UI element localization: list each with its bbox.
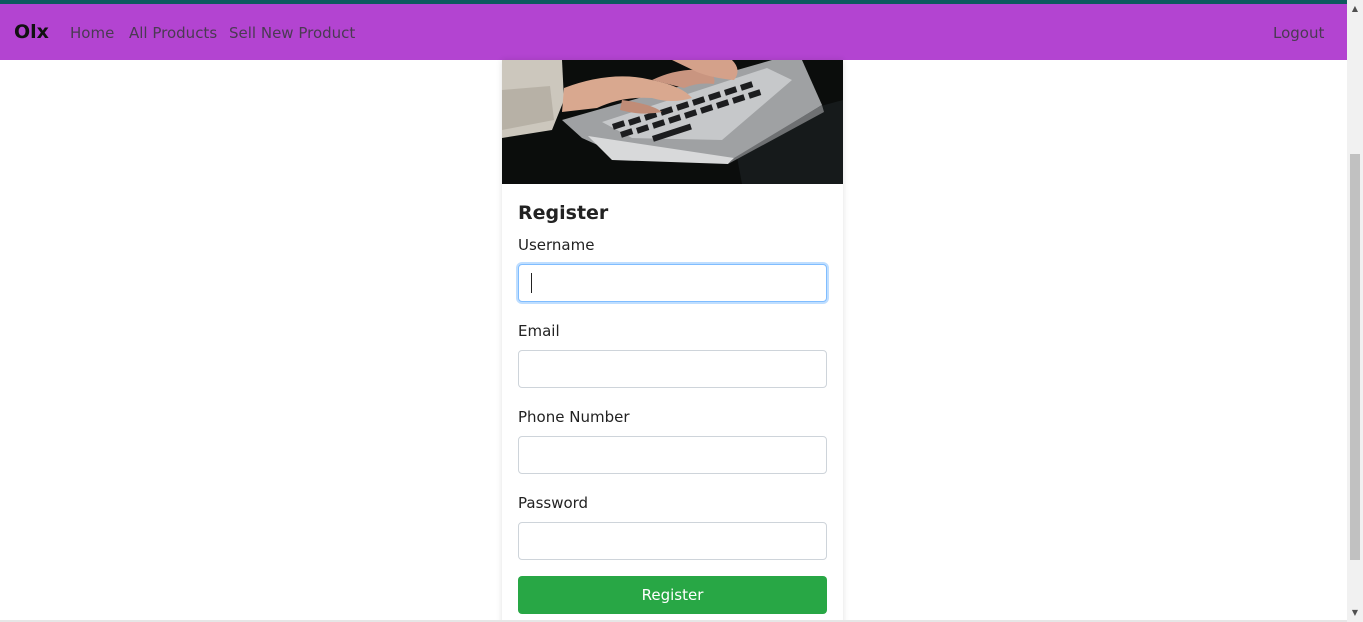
phone-number-label: Phone Number (518, 408, 630, 426)
laptop-typing-photo (502, 60, 843, 184)
form-title: Register (518, 202, 609, 224)
scroll-down-arrow-icon[interactable]: ▼ (1347, 604, 1363, 620)
password-label: Password (518, 494, 589, 512)
register-card: Register Username Email Phone Number Pas… (502, 60, 843, 622)
nav-link-home[interactable]: Home (70, 24, 114, 42)
username-input[interactable] (518, 264, 827, 302)
email-input[interactable] (518, 350, 827, 388)
email-label: Email (518, 322, 560, 340)
navbar: Olx Home All Products Sell New Product L… (0, 4, 1347, 60)
phone-number-input[interactable] (518, 436, 827, 474)
logout-link[interactable]: Logout (1273, 24, 1324, 42)
page-viewport: Olx Home All Products Sell New Product L… (0, 0, 1347, 622)
vertical-scrollbar[interactable]: ▲ ▼ (1347, 0, 1363, 622)
brand-logo[interactable]: Olx (14, 21, 49, 43)
text-caret (531, 273, 532, 293)
nav-link-all-products[interactable]: All Products (129, 24, 217, 42)
username-label: Username (518, 236, 595, 254)
scrollbar-thumb[interactable] (1350, 154, 1360, 560)
laptop-typing-illustration (502, 60, 843, 184)
scroll-up-arrow-icon[interactable]: ▲ (1347, 0, 1363, 16)
nav-link-sell-new-product[interactable]: Sell New Product (229, 24, 355, 42)
password-input[interactable] (518, 522, 827, 560)
register-button[interactable]: Register (518, 576, 827, 614)
